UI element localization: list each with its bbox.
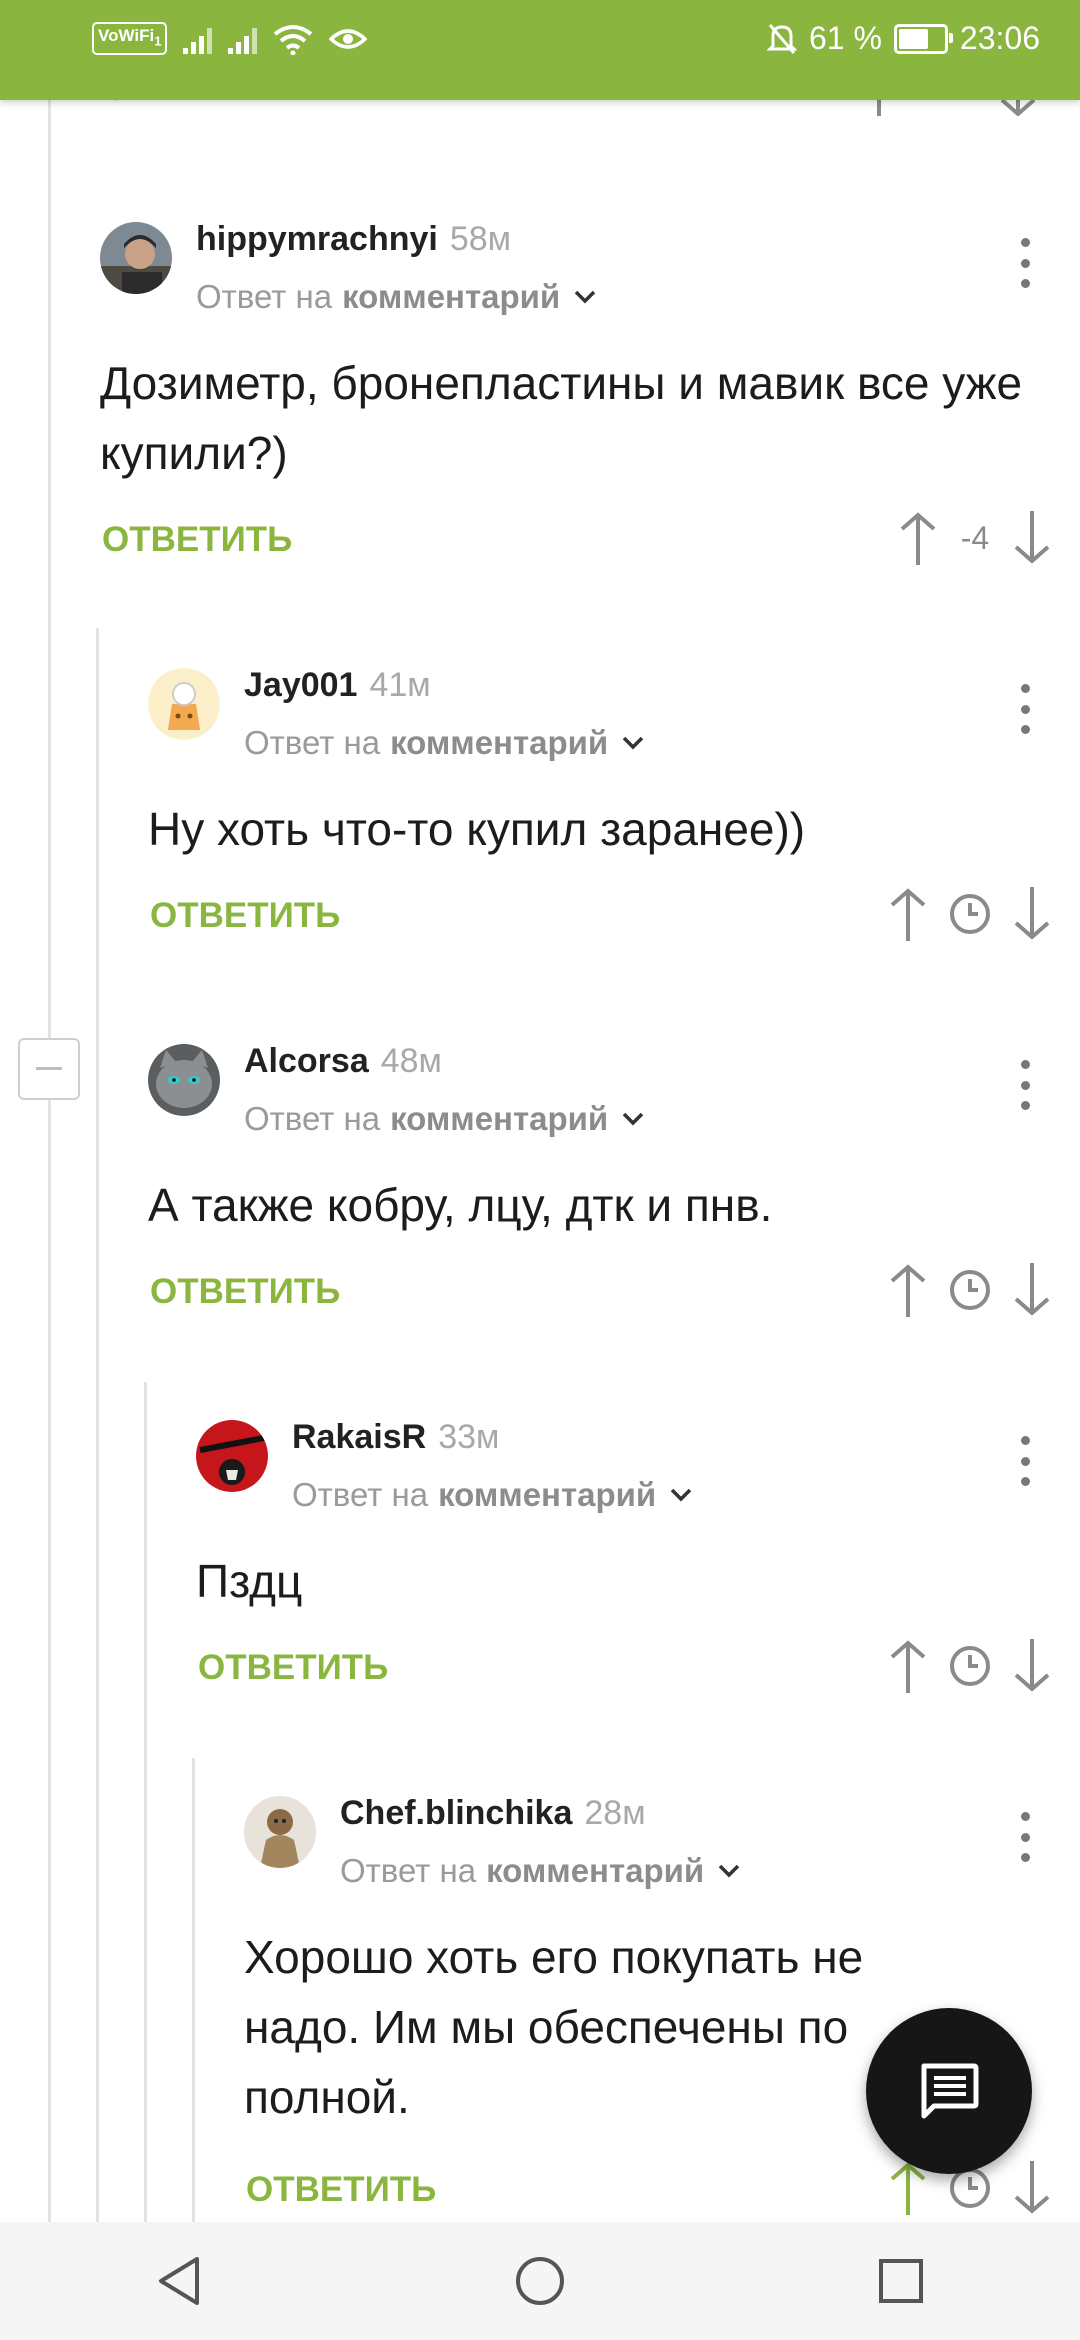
- eye-icon: [329, 28, 368, 49]
- downvote-icon[interactable]: [1012, 1263, 1052, 1317]
- comment-author[interactable]: RakaisR 33м: [292, 1418, 499, 1457]
- comment-rating: -4: [960, 519, 990, 556]
- battery-fill: [898, 28, 929, 49]
- system-nav-bar: [0, 2222, 1080, 2340]
- chevron-down-icon: [622, 1112, 644, 1126]
- comment-author[interactable]: Alcorsa 48м: [244, 1042, 442, 1081]
- comment-author[interactable]: Jay001 41м: [244, 666, 431, 705]
- avatar[interactable]: [196, 1420, 268, 1492]
- avatar[interactable]: [148, 1044, 220, 1116]
- thread-line-1[interactable]: [48, 100, 51, 2222]
- reply-button[interactable]: ОТВЕТИТЬ: [150, 896, 340, 936]
- comment-actions: ОТВЕТИТЬ -4: [102, 508, 1080, 568]
- comment-time: 58м: [449, 220, 512, 258]
- upvote-icon[interactable]: [888, 1639, 928, 1693]
- chevron-down-icon: [574, 290, 596, 304]
- reply-to-link[interactable]: Ответ на комментарий: [340, 1852, 740, 1890]
- comment-time: 41м: [369, 666, 431, 704]
- clock-icon[interactable]: [948, 892, 992, 936]
- clock-icon[interactable]: [948, 1268, 992, 1312]
- comment-author[interactable]: Chef.blinchika 28м: [340, 1794, 646, 1833]
- upvote-icon[interactable]: [888, 887, 928, 941]
- downvote-icon[interactable]: [1012, 2161, 1052, 2215]
- comment-time: 33м: [438, 1418, 500, 1456]
- avatar[interactable]: [100, 222, 172, 294]
- comment: hippymrachnyi 58м Ответ на комментарий Доз…: [100, 220, 1080, 582]
- thread-line-4[interactable]: [192, 1758, 195, 2222]
- thread-line-3[interactable]: [144, 1382, 147, 2222]
- reply-to-link[interactable]: Ответ на комментарий: [292, 1476, 692, 1514]
- collapse-thread-button[interactable]: [18, 1038, 80, 1100]
- more-options-icon[interactable]: [1010, 684, 1040, 734]
- comment-time: 28м: [584, 1794, 646, 1832]
- reply-to-link[interactable]: Ответ на комментарий: [244, 724, 644, 762]
- signal-icon-2: [228, 24, 258, 54]
- comments-fab-button[interactable]: [866, 2008, 1032, 2174]
- wifi-icon: [274, 24, 313, 55]
- signal-icon: [183, 24, 213, 54]
- comment-actions: ОТВЕТИТЬ: [150, 884, 1080, 944]
- comment-text: Ну хоть что-то купил заранее)): [148, 803, 806, 855]
- more-options-icon[interactable]: [1010, 1060, 1040, 1110]
- reply-button[interactable]: ОТВЕТИТЬ: [198, 1648, 388, 1688]
- back-icon[interactable]: [155, 2255, 203, 2307]
- comment-actions: ОТВЕТИТЬ: [150, 1260, 1080, 1320]
- downvote-icon[interactable]: [1012, 511, 1052, 565]
- downvote-icon[interactable]: [1012, 887, 1052, 941]
- comment-text: А также кобру, лцу, дтк и пнв.: [148, 1179, 773, 1231]
- chevron-down-icon: [622, 736, 644, 750]
- bell-muted-icon: [766, 23, 797, 54]
- comment-text: Пздц: [196, 1555, 303, 1607]
- more-options-icon[interactable]: [1010, 1436, 1040, 1486]
- chevron-down-icon: [718, 1864, 740, 1878]
- comment: Jay001 41м Ответ на комментарий Ну хоть чт…: [148, 666, 1080, 968]
- home-icon[interactable]: [514, 2255, 566, 2307]
- comment-text: Дозиметр, бронепластины и мавик все уже …: [100, 357, 1023, 479]
- avatar[interactable]: [244, 1796, 316, 1868]
- avatar[interactable]: [148, 668, 220, 740]
- thread-line-2[interactable]: [96, 628, 99, 2222]
- comment: RakaisR 33м Ответ на комментарий Пздц ОТВЕ…: [196, 1418, 1080, 1720]
- comment-text: Хорошо хоть его покупать не надо. Им мы …: [244, 1931, 864, 2123]
- upvote-icon[interactable]: [898, 511, 938, 565]
- comment-author[interactable]: hippymrachnyi 58м: [196, 220, 511, 259]
- status-bar: VoWiFi1 61 % 23:06: [0, 0, 1080, 100]
- clock-icon[interactable]: [948, 1644, 992, 1688]
- reply-button[interactable]: ОТВЕТИТЬ: [102, 520, 292, 560]
- downvote-icon[interactable]: [1012, 1639, 1052, 1693]
- chat-icon: [921, 2063, 979, 2119]
- reply-button[interactable]: ОТВЕТИТЬ: [150, 1272, 340, 1312]
- clock: 23:06: [959, 20, 1040, 56]
- upvote-icon[interactable]: [888, 1263, 928, 1317]
- more-options-icon[interactable]: [1010, 1812, 1040, 1862]
- reply-to-link[interactable]: Ответ на комментарий: [244, 1100, 644, 1138]
- reply-button[interactable]: ОТВЕТИТЬ: [246, 2170, 436, 2210]
- comment: Alcorsa 48м Ответ на комментарий А также к…: [148, 1042, 1080, 1344]
- vowifi-indicator: VoWiFi1: [92, 22, 168, 56]
- comment-actions: ОТВЕТИТЬ: [198, 1636, 1080, 1696]
- chevron-down-icon: [670, 1488, 692, 1502]
- comment-time: 48м: [380, 1042, 442, 1080]
- more-options-icon[interactable]: [1010, 238, 1040, 288]
- battery-percent: 61 %: [808, 20, 882, 56]
- recents-icon[interactable]: [877, 2257, 925, 2305]
- reply-to-link[interactable]: Ответ на комментарий: [196, 278, 596, 316]
- battery-icon: [893, 23, 953, 54]
